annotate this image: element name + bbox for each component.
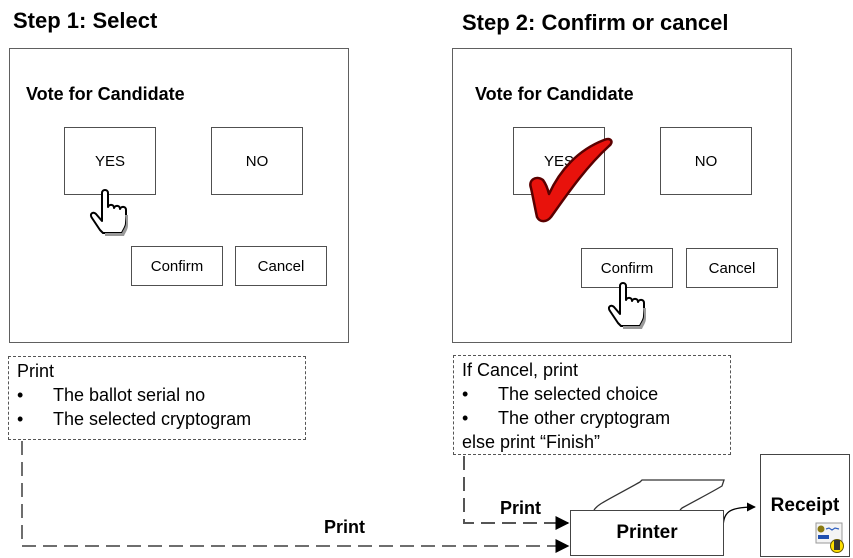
step2-note-item: • The selected choice — [462, 382, 730, 406]
step1-yes-label: YES — [94, 152, 125, 170]
print-label-step1: Print — [324, 517, 366, 537]
step2-note-item-text: The other cryptogram — [498, 408, 671, 428]
step1-ballot-panel: Vote for Candidate — [9, 48, 349, 343]
certificate-gear-icon — [815, 522, 844, 553]
step1-title: Step 1: Select — [13, 8, 158, 33]
step1-confirm-button[interactable]: Confirm — [131, 246, 223, 286]
step2-confirm-label: Confirm — [600, 259, 654, 277]
step2-confirm-button[interactable]: Confirm — [581, 248, 673, 288]
printer-to-receipt-line — [722, 502, 756, 531]
printer-paper-icon — [593, 479, 725, 511]
step2-cancel-label: Cancel — [708, 259, 756, 277]
step1-note-item: • The selected cryptogram — [17, 407, 305, 431]
step2-yes-label: YES — [543, 152, 574, 170]
bullet-icon: • — [462, 408, 469, 428]
step1-note-item: • The ballot serial no — [17, 383, 305, 407]
step2-note-footer: else print “Finish” — [462, 432, 601, 452]
step2-title: Step 2: Confirm or cancel — [462, 10, 729, 35]
bullet-icon: • — [17, 409, 24, 429]
step2-no-label: NO — [694, 152, 718, 170]
step2-print-note: If Cancel, print • The selected choice • T… — [453, 355, 731, 455]
step1-note-heading: Print — [17, 361, 55, 381]
step1-cancel-button[interactable]: Cancel — [235, 246, 327, 286]
step1-note-item-text: The selected cryptogram — [53, 409, 252, 429]
step1-cancel-label: Cancel — [257, 257, 305, 275]
step1-print-note: Print • The ballot serial no • The selecte… — [8, 356, 306, 440]
bullet-icon: • — [462, 384, 469, 404]
step1-no-button[interactable]: NO — [211, 127, 303, 195]
step1-panel-heading: Vote for Candidate — [26, 84, 185, 104]
step2-yes-button[interactable]: YES — [513, 127, 605, 195]
step1-to-printer-line — [21, 441, 570, 553]
step2-note-item: • The other cryptogram — [462, 406, 730, 430]
print-label-step2: Print — [500, 498, 542, 518]
step2-panel-heading: Vote for Candidate — [475, 84, 634, 104]
printer-box: Printer — [570, 510, 724, 556]
step1-no-label: NO — [245, 152, 269, 170]
step1-yes-button[interactable]: YES — [64, 127, 156, 195]
bullet-icon: • — [17, 385, 24, 405]
step2-cancel-button[interactable]: Cancel — [686, 248, 778, 288]
printer-label: Printer — [616, 522, 678, 543]
step2-no-button[interactable]: NO — [660, 127, 752, 195]
step2-note-item-text: The selected choice — [498, 384, 659, 404]
receipt-label: Receipt — [770, 495, 840, 516]
step2-ballot-panel: Vote for Candidate — [452, 48, 792, 343]
step1-confirm-label: Confirm — [150, 257, 204, 275]
step2-note-heading: If Cancel, print — [462, 360, 579, 380]
step1-note-item-text: The ballot serial no — [53, 385, 206, 405]
